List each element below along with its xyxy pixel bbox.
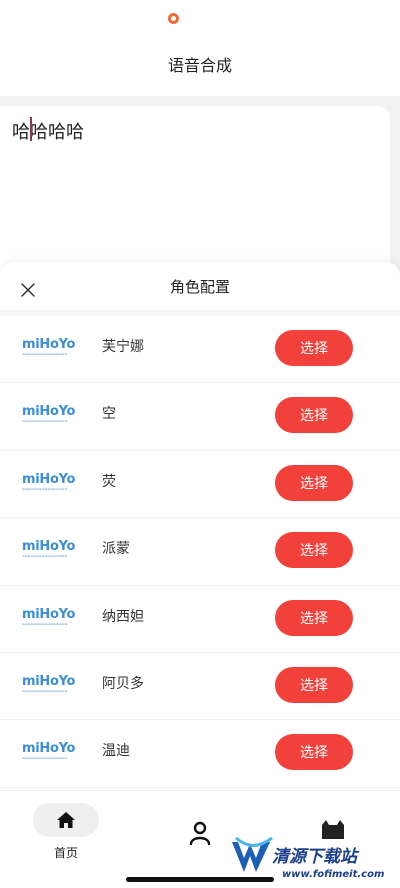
list-item: miHoYo ▬▬▬▬▬▬▬▬▬▬▬▬▬▬▬▬ 派蒙 选择 [0,518,400,586]
mihoyo-logo: miHoYo ▬▬▬▬▬▬▬▬▬▬▬▬▬▬▬▬ [22,404,76,424]
watermark-logo-icon [232,836,273,872]
tab-home-label[interactable]: 首页 [0,844,132,861]
mihoyo-logo: miHoYo ▬▬▬▬▬▬▬▬▬▬▬▬▬▬▬▬ [22,471,76,491]
watermark-text: 清源下载站 [272,847,357,867]
select-button[interactable]: 选择 [275,464,353,501]
home-icon[interactable] [56,811,76,829]
role-list: miHoYo ▬▬▬▬▬▬▬▬▬▬▬▬▬▬▬▬ 芙宁娜 选择 miHoYo ▬▬… [0,316,400,788]
list-item: miHoYo ▬▬▬▬▬▬▬▬▬▬▬▬▬▬▬▬ 芙宁娜 选择 [0,316,400,384]
role-name: 阿贝多 [102,675,144,692]
select-button[interactable]: 选择 [275,397,353,434]
role-name: 派蒙 [102,541,130,558]
select-button[interactable]: 选择 [275,666,353,703]
sheet-header: 角色配置 [0,262,400,312]
mihoyo-logo: miHoYo ▬▬▬▬▬▬▬▬▬▬▬▬▬▬▬▬ [22,539,76,559]
home-indicator [126,877,274,882]
role-name: 纳西妲 [102,608,144,625]
mihoyo-logo: miHoYo ▬▬▬▬▬▬▬▬▬▬▬▬▬▬▬▬ [22,741,76,761]
editor-text[interactable]: 哈哈哈哈 [12,118,84,144]
list-item: miHoYo ▬▬▬▬▬▬▬▬▬▬▬▬▬▬▬▬ 阿贝多 选择 [0,653,400,721]
text-caret [30,117,32,141]
select-button[interactable]: 选择 [275,532,353,569]
person-icon[interactable] [189,821,211,845]
role-name: 温迪 [102,743,130,760]
list-item: miHoYo ▬▬▬▬▬▬▬▬▬▬▬▬▬▬▬▬ 温迪 选择 [0,720,400,788]
list-item: miHoYo ▬▬▬▬▬▬▬▬▬▬▬▬▬▬▬▬ 纳西妲 选择 [0,586,400,653]
mihoyo-logo: miHoYo ▬▬▬▬▬▬▬▬▬▬▬▬▬▬▬▬ [22,673,76,693]
status-indicator-dot [168,13,179,24]
select-button[interactable]: 选择 [275,330,353,366]
role-name: 空 [102,406,116,423]
page-title: 语音合成 [167,56,232,75]
mihoyo-logo: miHoYo ▬▬▬▬▬▬▬▬▬▬▬▬▬▬▬▬ [22,606,76,626]
role-config-sheet: 角色配置 miHoYo ▬▬▬▬▬▬▬▬▬▬▬▬▬▬▬▬ 芙宁娜 选择 miHo… [0,262,400,802]
mihoyo-logo: miHoYo ▬▬▬▬▬▬▬▬▬▬▬▬▬▬▬▬ [22,337,76,357]
list-item: miHoYo ▬▬▬▬▬▬▬▬▬▬▬▬▬▬▬▬ 荧 选择 [0,451,400,519]
role-name: 芙宁娜 [102,339,144,355]
sheet-title: 角色配置 [169,278,230,296]
watermark-url: www.fofimeit.com [282,869,385,880]
role-name: 荧 [102,473,116,490]
select-button[interactable]: 选择 [275,599,353,636]
select-button[interactable]: 选择 [275,734,353,771]
list-item: miHoYo ▬▬▬▬▬▬▬▬▬▬▬▬▬▬▬▬ 空 选择 [0,383,400,451]
